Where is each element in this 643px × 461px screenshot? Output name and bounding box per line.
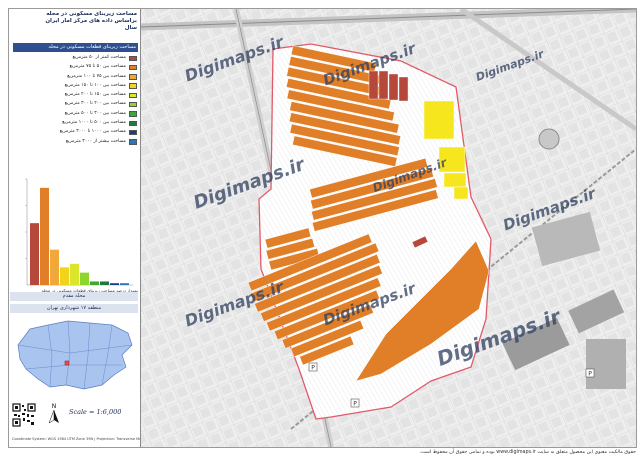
- legend-swatch: [129, 74, 137, 80]
- legend-title: مساحت زیربنای مسکونی در محله براساس داده…: [11, 11, 137, 32]
- area-chart: [13, 173, 138, 293]
- building-block: [586, 339, 626, 389]
- legend-title-line: براساس داده های مرکز آمار ایران: [45, 18, 137, 24]
- scale-label: Scale = 1:6,000: [69, 408, 122, 416]
- chart-bar: [100, 281, 109, 285]
- legend-swatch: [129, 83, 137, 89]
- legend-label: مساحت بین ۳۰۰ تا ۵۰۰ مترمربع: [64, 110, 126, 116]
- legend-label: مساحت کمتر از ۵۰ مترمربع: [72, 55, 126, 60]
- legend-title-line: سال: [124, 25, 137, 31]
- index-map-title: محله مقدم: [10, 292, 138, 301]
- stadium-shape: [538, 128, 560, 150]
- legend-item: مساحت بین ۱۰۰۰ تا ۳۰۰۰ مترمربع: [13, 128, 138, 137]
- chart-bar: [30, 223, 39, 285]
- legend-label: مساحت بین ۱۵۰ تا ۲۰۰ مترمربع: [64, 92, 126, 98]
- legend-swatch: [129, 129, 137, 136]
- parking-icon: P: [308, 362, 318, 372]
- legend-swatch: [129, 139, 137, 145]
- chart-bar: [120, 283, 129, 285]
- legend-label: مساحت بین ۷۵ تا ۱۰۰ مترمربع: [67, 73, 126, 79]
- copyright-note: حقوق مالکیت معنوی این محصول متعلق به سای…: [419, 450, 636, 455]
- legend-item: مساحت بین ۵۰ تا ۷۵ مترمربع: [13, 63, 138, 72]
- legend-item: مساحت بیشتر از ۳۰۰۰ مترمربع: [13, 138, 138, 147]
- index-map: [10, 315, 138, 397]
- chart-bar: [80, 272, 89, 285]
- legend-item: مساحت بین ۱۵۰ تا ۲۰۰ مترمربع: [13, 91, 138, 100]
- chart-bar: [70, 263, 79, 285]
- chart-bar: [40, 187, 49, 285]
- highlight-district-marker: [64, 360, 70, 366]
- legend-item: مساحت بین ۳۰۰ تا ۵۰۰ مترمربع: [13, 110, 138, 119]
- legend-swatch: [129, 101, 137, 108]
- svg-text:N: N: [52, 403, 57, 410]
- legend-label: مساحت بین ۱۰۰ تا ۱۵۰ مترمربع: [64, 82, 126, 88]
- parking-icon: P: [350, 398, 360, 408]
- legend-item: مساحت بین ۵۰۰ تا ۱۰۰۰ مترمربع: [13, 119, 138, 128]
- legend-item: مساحت کمتر از ۵۰ مترمربع: [13, 54, 138, 63]
- legend-swatch: [129, 111, 137, 117]
- north-arrow-icon: N: [48, 403, 59, 424]
- legend-label: مساحت بیشتر از ۳۰۰۰ مترمربع: [65, 138, 126, 144]
- svg-text:P: P: [311, 365, 315, 372]
- legend-item: مساحت بین ۷۵ تا ۱۰۰ مترمربع: [13, 73, 138, 82]
- credit-label: Coordinate System: WGS 1984 UTM Zone 39N…: [12, 437, 140, 441]
- chart-bar: [50, 249, 59, 285]
- chart-bar: [60, 267, 69, 285]
- legend-swatch: [129, 92, 137, 99]
- legend-list: مساحت کمتر از ۵۰ مترمربع مساحت بین ۵۰ تا …: [13, 54, 138, 147]
- legend-label: مساحت بین ۵۰۰ تا ۱۰۰۰ مترمربع: [62, 120, 126, 126]
- legend-heading: مساحت زیربنای قطعات مسکونی در محله: [13, 43, 138, 52]
- index-map-subtitle: منطقه ۱۷ شهرداری تهران: [10, 304, 138, 313]
- footer-panel: N Scale = 1:6,000 Coordinate System: WGS…: [9, 399, 140, 447]
- chart-bar: [110, 283, 119, 285]
- svg-text:P: P: [588, 371, 592, 378]
- legend-swatch: [129, 120, 137, 127]
- chart-bar: [90, 281, 99, 285]
- legend-swatch: [129, 55, 137, 61]
- main-map: P P P Digimaps.ir Digimaps.ir Digimaps.ir D…: [141, 9, 636, 447]
- legend-label: مساحت بین ۵۰ تا ۷۵ مترمربع: [69, 64, 126, 70]
- legend-swatch: [129, 64, 137, 71]
- parking-icon: P: [585, 368, 595, 378]
- svg-text:P: P: [353, 401, 357, 408]
- legend-title-line: مساحت زیربنای مسکونی در محله: [46, 11, 137, 17]
- legend-label: مساحت بین ۲۰۰ تا ۳۰۰ مترمربع: [64, 101, 126, 107]
- area-chart-svg: [25, 178, 133, 286]
- legend-item: مساحت بین ۲۰۰ تا ۳۰۰ مترمربع: [13, 100, 138, 109]
- legend-item: مساحت بین ۱۰۰ تا ۱۵۰ مترمربع: [13, 82, 138, 91]
- legend-label: مساحت بین ۱۰۰۰ تا ۳۰۰۰ مترمربع: [59, 129, 126, 135]
- qr-code-icon: [12, 403, 36, 427]
